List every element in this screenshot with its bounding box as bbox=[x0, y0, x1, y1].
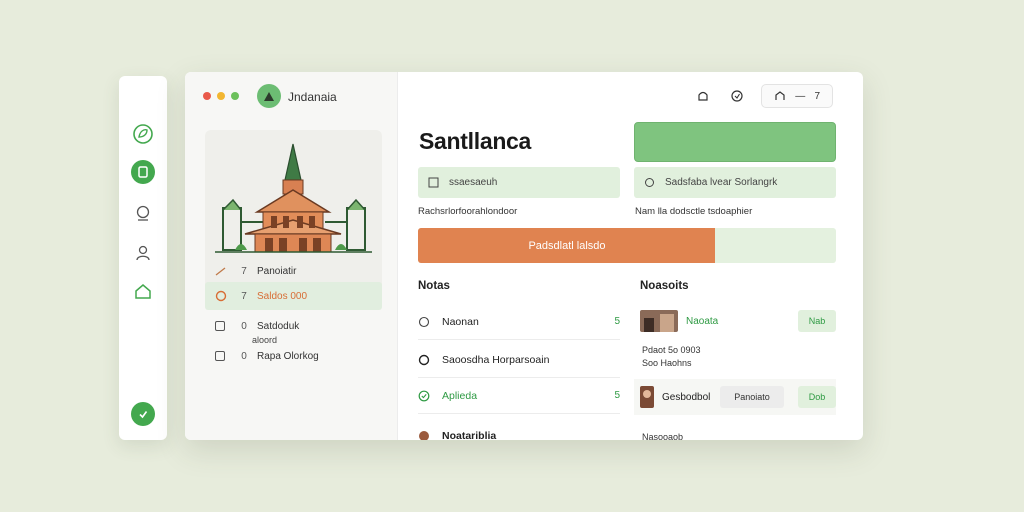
users-icon[interactable] bbox=[131, 241, 155, 265]
text-field[interactable]: ssaesaeuh bbox=[418, 167, 620, 198]
globe-icon[interactable] bbox=[727, 86, 747, 106]
report-secondary-button[interactable]: Panoiato bbox=[720, 386, 784, 408]
item-number: 7 bbox=[241, 290, 247, 302]
sidebar-item-label: Rapa Olorkog bbox=[257, 350, 319, 362]
field-caption: Rachsrlorfoorahlondoor bbox=[418, 206, 518, 217]
check-icon[interactable] bbox=[131, 402, 155, 426]
sidebar-item-label: Satdoduk bbox=[257, 320, 300, 332]
checkbox[interactable] bbox=[215, 351, 231, 361]
page-title: Santllanca bbox=[419, 128, 532, 154]
field-caption: Nam lla dodsctle tsdoaphier bbox=[635, 206, 753, 217]
note-item[interactable]: Naonan 5 bbox=[418, 304, 620, 340]
avatar-icon bbox=[418, 430, 434, 440]
account-menu[interactable]: — 7 bbox=[761, 84, 833, 108]
item-number: 0 bbox=[241, 320, 247, 332]
report-thumbnail bbox=[640, 386, 654, 408]
progress-label: Padsdlatl lalsdo bbox=[528, 239, 606, 252]
primary-button[interactable] bbox=[634, 122, 836, 162]
chevron-right-icon: 5 bbox=[614, 390, 620, 401]
report-action-button[interactable]: Dob bbox=[798, 386, 836, 408]
message-icon bbox=[418, 316, 434, 328]
text-field-value: ssaesaeuh bbox=[449, 177, 498, 188]
check-circle-icon bbox=[418, 390, 434, 402]
report-item[interactable]: Naoata Nab bbox=[640, 303, 836, 339]
item-number: 7 bbox=[241, 265, 247, 277]
progress-bar[interactable]: Padsdlatl lalsdo bbox=[418, 228, 836, 263]
maximize-dot[interactable] bbox=[231, 92, 239, 100]
minimize-dot[interactable] bbox=[217, 92, 225, 100]
chevron-right-icon: 5 bbox=[614, 316, 620, 327]
sidebar-item[interactable]: 7 Panoiatir bbox=[205, 257, 382, 285]
report-meta: Pdaot 5o 0903 bbox=[642, 345, 701, 355]
item-number: 0 bbox=[241, 350, 247, 362]
pen-icon bbox=[215, 265, 231, 277]
sidebar: Jndanaia 7 Panoiatir 7 Saldos 000 0 Satd… bbox=[185, 72, 398, 440]
account-menu-label: 7 bbox=[814, 90, 820, 102]
report-meta: Nasooaob bbox=[642, 432, 684, 440]
window-controls bbox=[203, 92, 239, 100]
sidebar-item-selected[interactable]: 7 Saldos 000 bbox=[205, 282, 382, 310]
search-field[interactable]: Sadsfaba lvear Sorlangrk bbox=[634, 167, 836, 198]
app-title: Jndanaia bbox=[288, 90, 337, 104]
sidebar-item-label: Panoiatir bbox=[257, 265, 297, 277]
search-field-value: Sadsfaba lvear Sorlangrk bbox=[665, 177, 778, 188]
note-item[interactable]: Noatariblia bbox=[418, 418, 620, 440]
report-action-button[interactable]: Nab bbox=[798, 310, 836, 332]
bell-icon[interactable] bbox=[693, 86, 713, 106]
note-item[interactable]: Saoosdha Horparsoain bbox=[418, 342, 620, 378]
note-label: Saoosdha Horparsoain bbox=[442, 353, 550, 366]
home-icon[interactable] bbox=[131, 279, 155, 303]
app-logo-icon bbox=[257, 84, 281, 108]
note-item[interactable]: Aplieda 5 bbox=[418, 378, 620, 414]
profile-icon[interactable] bbox=[131, 201, 155, 225]
main-content: — 7 Santllanca ssaesaeuh Sadsfaba lvear … bbox=[399, 72, 863, 440]
app-window: Jndanaia 7 Panoiatir 7 Saldos 000 0 Satd… bbox=[185, 72, 863, 440]
report-meta: Soo Haohns bbox=[642, 358, 692, 368]
note-label: Naonan bbox=[442, 315, 479, 328]
toolbar: — 7 bbox=[693, 84, 833, 108]
reports-heading: Noasoits bbox=[640, 280, 689, 292]
report-item[interactable]: Gesbodbol Panoiato Dob bbox=[634, 379, 836, 415]
note-label: Noatariblia bbox=[442, 430, 497, 440]
sidebar-item-label: Saldos 000 bbox=[257, 290, 308, 302]
sidebar-item[interactable]: 0 Satdoduk bbox=[205, 312, 382, 340]
report-label: Gesbodbol bbox=[662, 391, 711, 403]
checkbox[interactable] bbox=[215, 321, 231, 331]
search-icon bbox=[644, 177, 655, 188]
notes-icon[interactable] bbox=[131, 160, 155, 184]
doc-icon bbox=[428, 177, 439, 188]
settings-icon bbox=[418, 354, 434, 366]
report-thumbnail bbox=[640, 310, 678, 332]
report-label: Naoata bbox=[686, 315, 719, 327]
note-label: Aplieda bbox=[442, 389, 478, 402]
close-dot[interactable] bbox=[203, 92, 211, 100]
notes-heading: Notas bbox=[418, 280, 450, 292]
leaf-icon[interactable] bbox=[131, 122, 155, 146]
nav-rail bbox=[119, 76, 167, 440]
sidebar-item[interactable]: 0 Rapa Olorkog bbox=[205, 342, 382, 370]
cookie-icon bbox=[215, 290, 231, 302]
home-icon bbox=[775, 91, 785, 100]
